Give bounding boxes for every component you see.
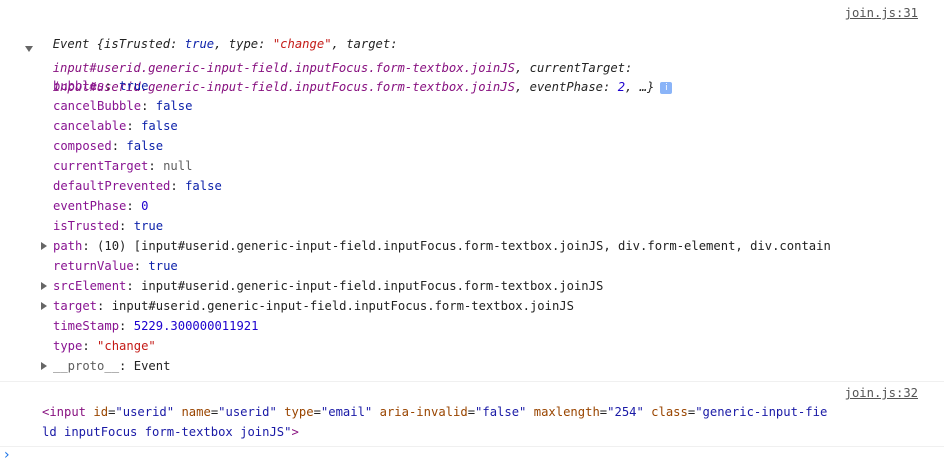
attr-value: "userid" xyxy=(115,405,175,419)
event-prop-row[interactable]: srcElement: input#userid.generic-input-f… xyxy=(53,276,603,296)
event-prop-row[interactable]: __proto__: Event xyxy=(53,356,170,376)
attr-name: aria-invalid xyxy=(379,405,468,419)
prop-key: cancelable xyxy=(53,119,127,133)
prop-key: currentTarget xyxy=(53,159,149,173)
attr-name: id xyxy=(93,405,109,419)
prop-value: false xyxy=(141,119,178,133)
attr-value: "false" xyxy=(475,405,527,419)
attr-value: "userid" xyxy=(218,405,277,419)
prompt-divider xyxy=(0,446,944,447)
prop-key: cancelBubble xyxy=(53,99,142,113)
console-prompt-icon[interactable]: › xyxy=(4,447,10,463)
expand-srcElement-toggle-icon[interactable] xyxy=(41,282,47,290)
event-prop-row: returnValue: true xyxy=(53,259,178,273)
prop-value: Event xyxy=(133,359,171,373)
prop-value: 0 xyxy=(141,199,149,213)
prop-key: eventPhase xyxy=(53,199,127,213)
info-icon[interactable]: i xyxy=(660,81,673,94)
event-prop-row: eventPhase: 0 xyxy=(53,199,149,213)
prop-value: (10) [input#userid.generic-input-field.i… xyxy=(97,239,831,253)
attr-name: type xyxy=(284,405,314,419)
prop-value: input#userid.generic-input-field.inputFo… xyxy=(141,279,604,293)
prop-key: target xyxy=(53,299,98,313)
expand-proto-toggle-icon[interactable] xyxy=(41,362,47,370)
prop-key: defaultPrevented xyxy=(53,179,171,193)
source-link-join-32[interactable]: join.js:32 xyxy=(845,386,918,400)
event-prop-row: cancelBubble: false xyxy=(53,99,193,113)
event-prop-row: isTrusted: true xyxy=(53,219,164,233)
event-prop-row: currentTarget: null xyxy=(53,159,193,173)
event-prop-row: timeStamp: 5229.300000011921 xyxy=(53,319,259,333)
event-prop-row: cancelable: false xyxy=(53,119,178,133)
prop-value: null xyxy=(163,159,193,173)
element-log-line-2: ld inputFocus form-textbox joinJS"> xyxy=(42,425,299,439)
prop-value: true xyxy=(133,219,164,233)
source-link-join-31[interactable]: join.js:31 xyxy=(845,6,918,20)
prop-value: "change" xyxy=(97,339,156,353)
prop-key: returnValue xyxy=(53,259,134,273)
prop-value: 5229.300000011921 xyxy=(133,319,259,333)
attr-name: name xyxy=(181,405,211,419)
event-summary-line-3: input#userid.generic-input-field.inputFo… xyxy=(38,57,673,94)
expand-target-toggle-icon[interactable] xyxy=(41,302,47,310)
event-prop-row: type: "change" xyxy=(53,339,156,353)
element-attributes: id="userid" name="userid" type="email" a… xyxy=(93,405,644,419)
event-summary-line-2: input#userid.generic-input-field.inputFo… xyxy=(52,61,633,75)
event-prop-row: bubbles: true xyxy=(53,79,149,93)
attr-name: maxlength xyxy=(533,405,600,419)
prop-key: bubbles xyxy=(53,79,105,93)
prop-key: __proto__ xyxy=(53,359,120,373)
prop-key: type xyxy=(53,339,83,353)
expand-path-toggle-icon[interactable] xyxy=(41,242,47,250)
event-summary-line-1: Event {isTrusted: true, type: "change", … xyxy=(52,37,398,51)
log-divider xyxy=(0,381,944,382)
event-prop-row[interactable]: path: (10) [input#userid.generic-input-f… xyxy=(53,236,831,256)
prop-value: true xyxy=(119,79,149,93)
prop-key: path xyxy=(53,239,83,253)
prop-value: false xyxy=(126,139,164,153)
prop-value: true xyxy=(148,259,178,273)
event-prop-row[interactable]: target: input#userid.generic-input-field… xyxy=(53,296,574,316)
attr-value: "254" xyxy=(607,405,644,419)
prop-value: input#userid.generic-input-field.inputFo… xyxy=(111,299,574,313)
event-prop-row: composed: false xyxy=(53,139,164,153)
prop-value: false xyxy=(185,179,222,193)
prop-key: isTrusted xyxy=(53,219,120,233)
event-prop-row: defaultPrevented: false xyxy=(53,179,222,193)
attr-value: "email" xyxy=(320,405,373,419)
prop-key: srcElement xyxy=(53,279,127,293)
prop-key: composed xyxy=(53,139,112,153)
prop-key: timeStamp xyxy=(53,319,120,333)
prop-value: false xyxy=(155,99,193,113)
expand-event-toggle-icon[interactable] xyxy=(25,46,33,52)
element-log-line-1: <input id="userid" name="userid" type="e… xyxy=(42,405,828,419)
